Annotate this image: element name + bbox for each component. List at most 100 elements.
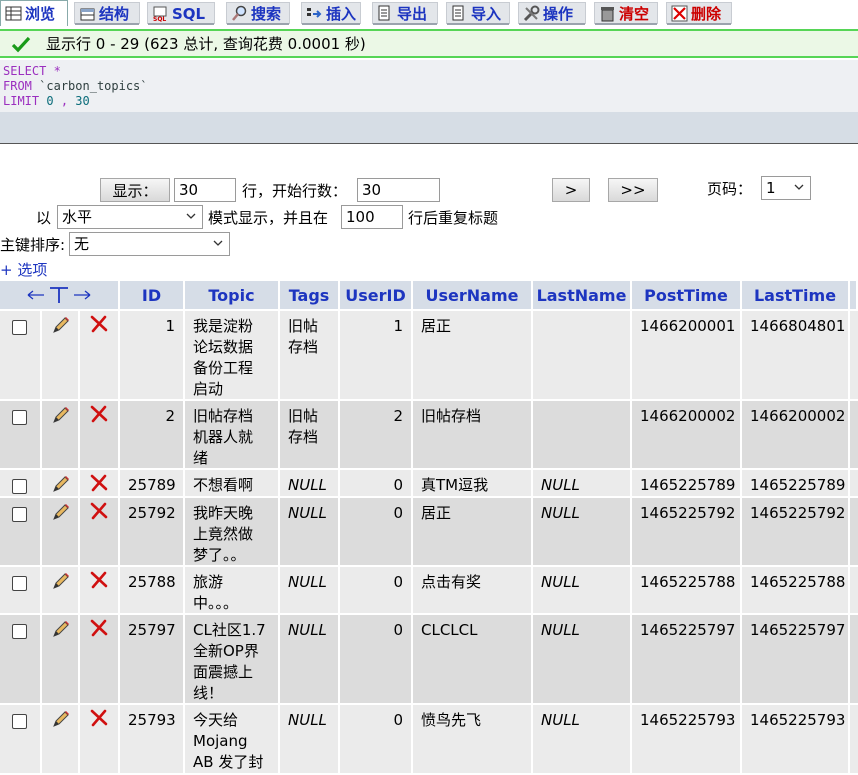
tab-structure[interactable]: 结构 (74, 2, 140, 25)
cell-value: 居正 (421, 317, 452, 335)
page-select[interactable]: 1 (761, 176, 811, 200)
show-button[interactable]: 显示： (100, 178, 170, 202)
pencil-icon[interactable] (51, 619, 71, 639)
delete-icon[interactable] (89, 314, 109, 334)
delete-icon[interactable] (89, 501, 109, 521)
repeat-headers-input[interactable]: 100 (341, 205, 403, 229)
tab-export[interactable]: 导出 (372, 2, 438, 25)
cell-value: 0 (393, 573, 403, 591)
next-page-button[interactable]: > (552, 178, 590, 202)
row-checkbox[interactable] (12, 479, 27, 494)
row-checkbox[interactable] (12, 410, 27, 425)
cell-line: NULL (288, 573, 327, 591)
start-row-input[interactable]: 30 (357, 178, 440, 202)
column-header-topic[interactable]: Topic (185, 281, 280, 309)
cell-lastname: NULL (533, 498, 632, 567)
cell-value: 0 (393, 621, 403, 639)
tab-bar: 浏览 结构 SQL SQL 搜索 插入 导出 导入 操作 清空 删除 (0, 0, 858, 26)
tab-browse-label: 浏览 (25, 5, 56, 23)
cell-lastname: NULL (533, 615, 632, 705)
column-header-userid[interactable]: UserID (340, 281, 413, 309)
cell-line: 今天给 (193, 711, 239, 729)
cell-posttime: 1465225788 (632, 567, 742, 615)
cell-value: 旧帖存档 (421, 407, 482, 425)
cell-value: 1465225792 (640, 504, 736, 522)
cell-line: CL社区1.7 (193, 621, 266, 639)
column-resize-header[interactable] (0, 281, 120, 309)
cell-topic: 我是淀粉 论坛数据 备份工程 启动 (185, 311, 280, 401)
cell-id: 2 (120, 401, 185, 470)
cell-value: 0 (393, 711, 403, 729)
cell-value: 1466200002 (640, 407, 736, 425)
delete-icon[interactable] (89, 404, 109, 424)
row-checkbox[interactable] (12, 320, 27, 335)
sql-line-1: SELECT * (3, 64, 61, 78)
cell-line: 中。。。 (193, 594, 239, 612)
cell-id: 1 (120, 311, 185, 401)
tab-import-label: 导入 (471, 5, 502, 23)
delete-icon[interactable] (89, 618, 109, 638)
tab-operations-label: 操作 (543, 5, 574, 23)
cell-posttime: 1466200001 (632, 311, 742, 401)
page-label: 页码： (707, 180, 753, 198)
column-header-posttime[interactable]: PostTime (632, 281, 742, 309)
tab-empty[interactable]: 清空 (594, 2, 658, 25)
column-header-lasttime[interactable]: LastTime (742, 281, 850, 309)
pencil-icon[interactable] (51, 571, 71, 591)
row-checkbox[interactable] (12, 714, 27, 729)
cell-value: 1465225793 (750, 711, 846, 729)
delete-icon[interactable] (89, 473, 109, 493)
tab-sql[interactable]: SQL SQL (147, 2, 215, 25)
pencil-icon[interactable] (51, 502, 71, 522)
cell-line: 我是淀粉 (193, 317, 254, 335)
cell-value: 1466200002 (750, 407, 846, 425)
tab-import[interactable]: 导入 (446, 2, 510, 25)
cell-line: AB 发了封 (193, 753, 264, 771)
sort-select[interactable]: 无 (69, 232, 230, 256)
tab-operations[interactable]: 操作 (518, 2, 586, 25)
cell-topic: CL社区1.7 全新OP界 面震撼上 线！ (185, 615, 280, 705)
page-select-value: 1 (766, 179, 776, 197)
pencil-icon[interactable] (51, 474, 71, 494)
cell-topic: 不想看啊 (185, 470, 280, 498)
pencil-icon[interactable] (51, 709, 71, 729)
tab-insert[interactable]: 插入 (301, 2, 361, 25)
cell-value: NULL (541, 621, 580, 639)
options-link[interactable]: + 选项 (0, 259, 47, 280)
column-header-tags[interactable]: Tags (280, 281, 340, 309)
cell-more (850, 401, 858, 470)
column-header-more (850, 281, 858, 309)
search-icon (231, 5, 248, 22)
pencil-icon[interactable] (51, 405, 71, 425)
cell-value: 1466804801 (750, 317, 846, 335)
tab-search[interactable]: 搜索 (226, 2, 290, 25)
cell-value: 2 (165, 407, 175, 425)
rows-input[interactable]: 30 (174, 178, 236, 202)
tab-drop[interactable]: 删除 (666, 2, 732, 25)
cell-userid: 0 (340, 615, 413, 705)
display-mode-select[interactable]: 水平 (57, 205, 203, 229)
cell-tags: NULL (280, 615, 340, 705)
cell-line: 存档 (288, 338, 319, 356)
delete-icon[interactable] (89, 570, 109, 590)
import-icon (451, 5, 468, 22)
tab-browse[interactable]: 浏览 (0, 0, 68, 26)
column-header-username[interactable]: UserName (413, 281, 533, 309)
cell-userid: 2 (340, 401, 413, 470)
cell-lasttime: 1465225788 (742, 567, 850, 615)
insert-icon (306, 5, 323, 22)
row-checkbox[interactable] (12, 507, 27, 522)
last-page-button[interactable]: >> (608, 178, 658, 202)
cell-userid: 0 (340, 567, 413, 615)
row-checkbox[interactable] (12, 624, 27, 639)
cell-value: 真TM逗我 (421, 476, 489, 494)
column-header-id[interactable]: ID (120, 281, 185, 309)
cell-value: 1465225797 (750, 621, 846, 639)
cell-tags: 旧帖 存档 (280, 401, 340, 470)
column-header-lastname[interactable]: LastName (533, 281, 632, 309)
cell-more (850, 567, 858, 615)
pencil-icon[interactable] (51, 315, 71, 335)
row-checkbox[interactable] (12, 576, 27, 591)
cell-more (850, 311, 858, 401)
delete-icon[interactable] (89, 708, 109, 728)
